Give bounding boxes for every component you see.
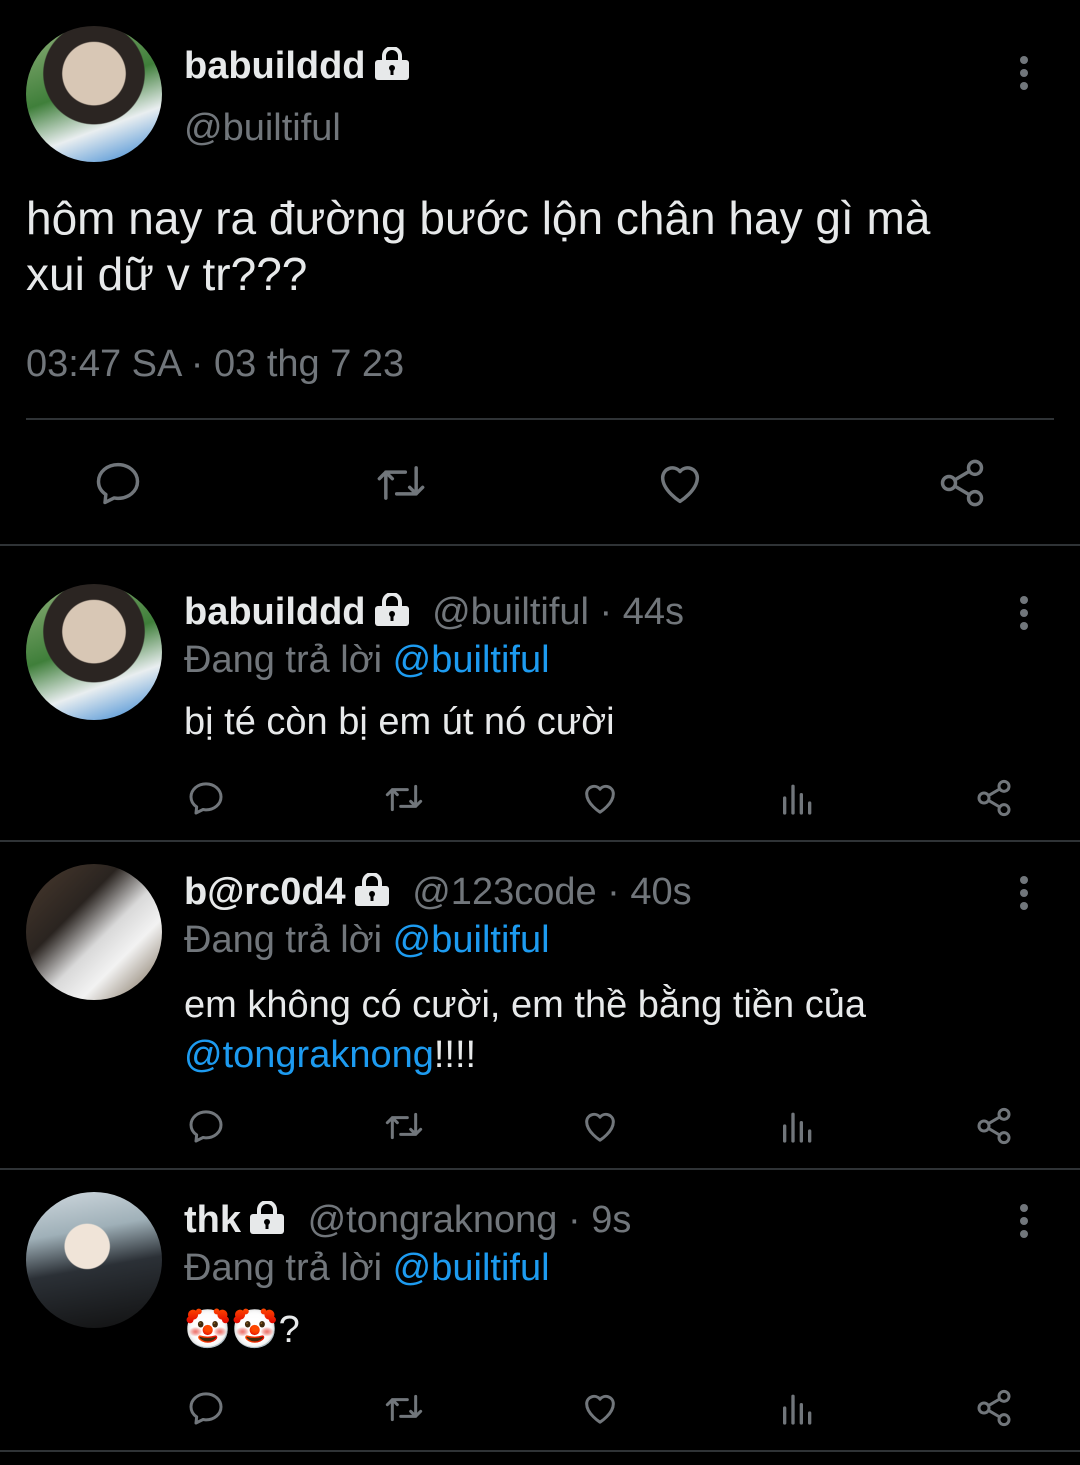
views-icon[interactable] <box>778 1388 818 1428</box>
more-icon[interactable] <box>1020 1204 1028 1243</box>
reply-header: babuilddd @builtiful · 44s <box>184 590 684 637</box>
replying-mention[interactable]: @builtiful <box>393 919 550 961</box>
more-icon[interactable] <box>1020 56 1028 95</box>
reply-text: bị té còn bị em út nó cười <box>184 701 615 743</box>
display-name[interactable]: b@rc0d4 <box>184 871 346 913</box>
replying-to: Đang trả lời @builtiful <box>184 918 550 962</box>
share-icon[interactable] <box>936 457 988 509</box>
divider <box>0 1450 1080 1452</box>
lock-icon <box>247 1200 287 1245</box>
avatar[interactable] <box>26 864 162 1000</box>
more-icon[interactable] <box>1020 876 1028 915</box>
avatar[interactable] <box>26 584 162 720</box>
display-name[interactable]: babuilddd <box>184 44 412 91</box>
lock-icon <box>372 592 412 637</box>
like-icon[interactable] <box>580 1106 620 1146</box>
share-icon[interactable] <box>974 1106 1014 1146</box>
divider <box>26 418 1054 420</box>
more-icon[interactable] <box>1020 596 1028 635</box>
reply-icon[interactable] <box>92 457 144 509</box>
replying-to: Đang trả lời @builtiful <box>184 638 550 682</box>
reply-text-suffix: !!!! <box>433 1034 477 1076</box>
replying-prefix: Đang trả lời <box>184 1247 383 1289</box>
avatar[interactable] <box>26 26 162 162</box>
reply-header: thk @tongraknong · 9s <box>184 1198 631 1245</box>
reply-text: 🤡🤡? <box>184 1309 300 1351</box>
reply-text-line: em không có cười, em thề bằng tiền của <box>184 984 866 1026</box>
display-name-text: babuilddd <box>184 45 366 87</box>
replying-prefix: Đang trả lời <box>184 919 383 961</box>
display-name[interactable]: babuilddd <box>184 591 366 633</box>
avatar[interactable] <box>26 1192 162 1328</box>
views-icon[interactable] <box>778 778 818 818</box>
lock-icon <box>352 872 392 917</box>
like-icon[interactable] <box>580 1388 620 1428</box>
divider <box>0 840 1080 842</box>
lock-icon <box>372 46 412 91</box>
display-name[interactable]: thk <box>184 1199 241 1241</box>
handle-and-time[interactable]: @123code · 40s <box>412 871 691 913</box>
retweet-icon[interactable] <box>381 1106 427 1146</box>
replying-mention[interactable]: @builtiful <box>393 1247 550 1289</box>
retweet-icon[interactable] <box>381 1388 427 1428</box>
replying-to: Đang trả lời @builtiful <box>184 1246 550 1290</box>
like-icon[interactable] <box>654 457 706 509</box>
tweet-text-line: hôm nay ra đường bước lộn chân hay gì mà <box>26 192 931 244</box>
handle[interactable]: @builtiful <box>184 106 341 150</box>
retweet-icon[interactable] <box>381 778 427 818</box>
replying-mention[interactable]: @builtiful <box>393 639 550 681</box>
tweet-text-line: xui dữ v tr??? <box>26 248 308 300</box>
share-icon[interactable] <box>974 1388 1014 1428</box>
replying-prefix: Đang trả lời <box>184 639 383 681</box>
reply-text-line: @tongraknong!!!! <box>184 1030 866 1080</box>
timestamp[interactable]: 03:47 SA · 03 thg 7 23 <box>26 342 404 386</box>
mention-link[interactable]: @tongraknong <box>184 1034 434 1076</box>
divider <box>0 544 1080 546</box>
handle-and-time[interactable]: @tongraknong · 9s <box>308 1199 632 1241</box>
reply-icon[interactable] <box>186 1388 226 1428</box>
handle-and-time[interactable]: @builtiful · 44s <box>432 591 684 633</box>
retweet-icon[interactable] <box>372 457 430 509</box>
tweet-text: hôm nay ra đường bước lộn chân hay gì mà… <box>26 190 930 302</box>
divider <box>0 1168 1080 1170</box>
reply-header: b@rc0d4 @123code · 40s <box>184 870 692 917</box>
reply-text: em không có cười, em thề bằng tiền của @… <box>184 980 866 1080</box>
share-icon[interactable] <box>974 778 1014 818</box>
reply-icon[interactable] <box>186 778 226 818</box>
like-icon[interactable] <box>580 778 620 818</box>
reply-icon[interactable] <box>186 1106 226 1146</box>
views-icon[interactable] <box>778 1106 818 1146</box>
